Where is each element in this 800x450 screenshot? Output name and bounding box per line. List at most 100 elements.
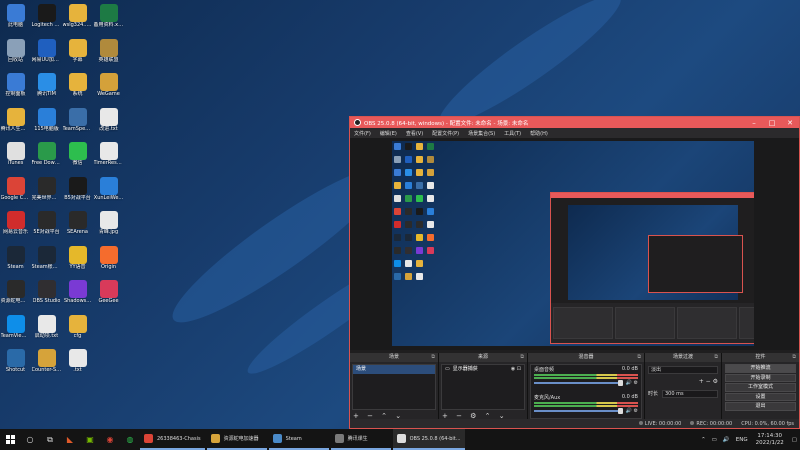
audio-meter	[534, 405, 638, 407]
desktop-icon-label: Shotcut	[5, 367, 26, 373]
system-tray: ⌃ ▭ 🔊 ENG 17:14:30 2022/1/22 ▢	[698, 429, 800, 450]
taskbar-clock[interactable]: 17:14:30 2022/1/22	[756, 433, 784, 447]
desktop-icon[interactable]: 青峰.jpg	[93, 209, 124, 244]
desktop-icon[interactable]: 网易UU加速器	[31, 37, 62, 72]
accelerator-icon	[210, 434, 220, 443]
desktop-icon[interactable]: 系统	[62, 71, 93, 106]
desktop-icon[interactable]: B5对战平台	[62, 175, 93, 210]
volume-icon[interactable]: 🔊	[723, 437, 730, 443]
desktop-icon[interactable]: 英雄联盟	[93, 37, 124, 72]
desktop-icon[interactable]: 改进.txt	[93, 106, 124, 141]
desktop-icon[interactable]: TimerResolu...	[93, 140, 124, 175]
desktop-icon[interactable]: 资源蛇电加速器	[0, 278, 31, 313]
desktop-icon[interactable]: 启动项.txt	[31, 313, 62, 348]
desktop-icon[interactable]: GeeGee	[93, 278, 124, 313]
folder-icon	[6, 107, 25, 126]
desktop-icon[interactable]: Shadows...	[62, 278, 93, 313]
desktop-icon[interactable]: TeamViewer	[0, 313, 31, 348]
desktop-icon[interactable]: 腾讯TIM	[31, 71, 62, 106]
desktop-icon[interactable]: 腾讯人生火影忍者	[0, 106, 31, 141]
task-view-icon[interactable]: ⧉	[40, 429, 60, 450]
volume-slider[interactable]	[534, 380, 623, 386]
desktop-icon[interactable]: 完美世界竞技平台	[31, 175, 62, 210]
desktop-icon[interactable]: Google Chrome	[0, 175, 31, 210]
desktop-icon[interactable]: iTunes	[0, 140, 31, 175]
menu-item[interactable]: 查看(V)	[406, 130, 423, 137]
desktop-icon[interactable]: Origin	[93, 244, 124, 279]
desktop-icon[interactable]: 微信	[62, 140, 93, 175]
menu-item[interactable]: 工具(T)	[504, 130, 521, 137]
start-streaming-button[interactable]: 开始推流	[725, 364, 796, 373]
wegame-icon	[99, 73, 118, 91]
notification-icon[interactable]: ▢	[792, 437, 797, 443]
desktop-icon[interactable]: TeamSpeak 3	[62, 106, 93, 141]
obs-title-bar[interactable]: OBS 25.0.8 (64-bit, windows) - 配置文件: 未命名…	[350, 117, 799, 128]
settings-button[interactable]: 设置	[725, 392, 796, 401]
taskbar-app[interactable]: OBS 25.0.8 (64-bit...	[392, 429, 465, 450]
exit-button[interactable]: 退出	[725, 402, 796, 411]
desktop-icon[interactable]: Free Downlo...	[31, 140, 62, 175]
transition-controls[interactable]: + − ⚙	[699, 378, 718, 385]
desktop-icon[interactable]: .txt	[62, 347, 93, 382]
desktop-icon[interactable]: Steam账户快速切换 V1...	[31, 244, 62, 279]
taskbar-app-label: Steam	[285, 435, 302, 442]
desktop-icon[interactable]: wslg324...6186313	[62, 2, 93, 37]
language-indicator[interactable]: ENG	[736, 437, 748, 443]
desktop-icon[interactable]: 5E对战平台	[31, 209, 62, 244]
start-button[interactable]	[0, 429, 20, 450]
close-icon[interactable]: ✕	[781, 119, 799, 127]
obs-preview[interactable]	[350, 138, 799, 350]
desktop-icon[interactable]: 此电脑	[0, 2, 31, 37]
desktop-icon[interactable]: 备用资料.xlsx	[93, 2, 124, 37]
visibility-eye-icon[interactable]: ◉ ⊡	[511, 365, 521, 374]
preview-5e-icon	[405, 221, 412, 228]
chrome-taskbar-icon[interactable]: ◉	[100, 429, 120, 450]
taskbar-app[interactable]: 腾讯课生	[330, 429, 391, 450]
tray-chevron-icon[interactable]: ⌃	[701, 437, 706, 443]
nvidia-icon[interactable]: ▣	[80, 429, 100, 450]
taskbar-app[interactable]: 26338463-Chasis	[140, 429, 205, 450]
desktop-icon[interactable]: 字幕	[62, 37, 93, 72]
menu-item[interactable]: 文件(F)	[354, 130, 371, 137]
maximize-icon[interactable]: □	[763, 119, 781, 127]
desktop-icon[interactable]: SEArena	[62, 209, 93, 244]
wechat-taskbar-icon[interactable]: ◍	[120, 429, 140, 450]
volume-slider[interactable]	[534, 408, 623, 414]
studio-mode-button[interactable]: 工作室模式	[725, 383, 796, 392]
taskbar-app[interactable]: 资源蛇电加速器	[206, 429, 267, 450]
desktop-icon[interactable]: 网易云音乐	[0, 209, 31, 244]
minimize-icon[interactable]: –	[745, 119, 763, 127]
desktop-icon-label: SEArena	[66, 229, 88, 235]
desktop-icon[interactable]: XunLeiWe...	[93, 175, 124, 210]
menu-item[interactable]: 场景集合(S)	[468, 130, 495, 137]
menu-item[interactable]: 帮助(H)	[530, 130, 548, 137]
preview-searena-icon	[416, 221, 423, 228]
desktop-icon[interactable]: Steam	[0, 244, 31, 279]
duration-input[interactable]: 300 ms	[662, 389, 718, 398]
desktop-icon[interactable]: YY语音	[62, 244, 93, 279]
network-icon[interactable]: ▭	[712, 437, 717, 443]
desktop-icon[interactable]: cfg	[62, 313, 93, 348]
speaker-icon[interactable]: 🔊 ⚙	[626, 380, 638, 386]
source-item[interactable]: ▭ 显示器捕获 ◉ ⊡	[442, 365, 524, 374]
desktop-icon[interactable]: WeGame	[93, 71, 124, 106]
menu-item[interactable]: 配置文件(P)	[432, 130, 459, 137]
pinned-app-icon[interactable]: ◣	[60, 429, 80, 450]
desktop-icon[interactable]: OBS Studio	[31, 278, 62, 313]
desktop-icon[interactable]: 115电脑版	[31, 106, 62, 141]
scene-item[interactable]: 场景	[353, 365, 435, 374]
taskbar-app[interactable]: Steam	[268, 429, 329, 450]
menu-item[interactable]: 编辑(E)	[380, 130, 397, 137]
folder-icon	[68, 38, 87, 57]
speaker-icon[interactable]: 🔊 ⚙	[626, 408, 638, 414]
start-recording-button[interactable]: 开始录制	[725, 373, 796, 382]
transition-type-select[interactable]: 淡出	[648, 365, 718, 374]
desktop-icon[interactable]: 控制面板	[0, 71, 31, 106]
desktop-icon-label: Google Chrome	[0, 194, 31, 201]
desktop-icon[interactable]: 回收站	[0, 37, 31, 72]
desktop-icon[interactable]: Counter-Strike: Global Off...	[31, 347, 62, 382]
preview-wegame-icon	[427, 169, 434, 176]
desktop-icon[interactable]: Logitech G HUB	[31, 2, 62, 37]
search-icon[interactable]: ○	[20, 429, 40, 450]
desktop-icon[interactable]: Shotcut	[0, 347, 31, 382]
